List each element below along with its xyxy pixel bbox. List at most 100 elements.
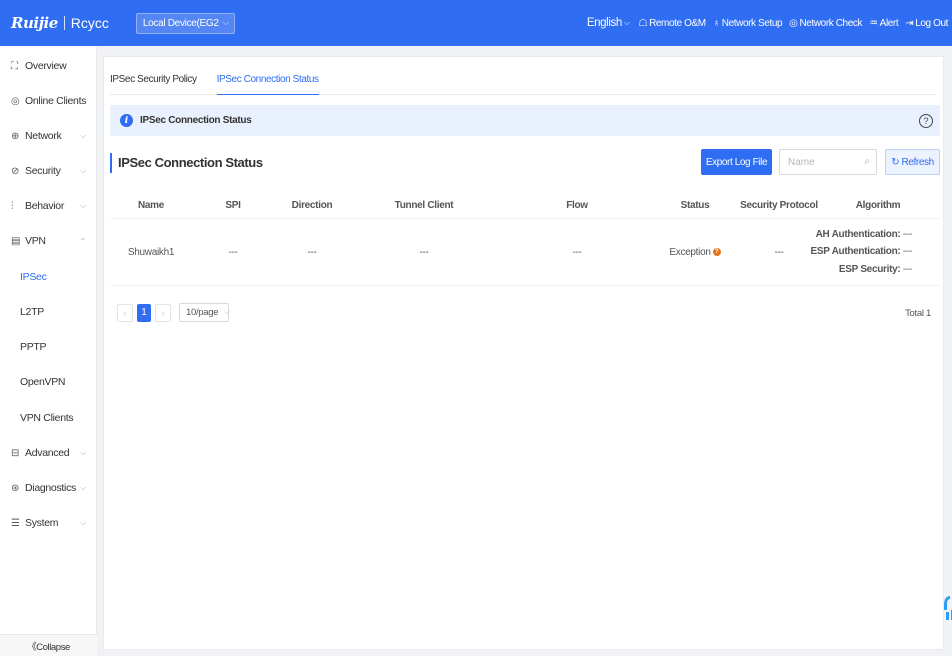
- language-label: English: [586, 17, 622, 29]
- algorithm-line: AH Authentication: ---: [800, 226, 913, 244]
- column-header-tunnel-client: Tunnel Client: [394, 200, 454, 211]
- logout-icon: ⇥: [905, 17, 914, 29]
- clients-icon: ◎: [11, 95, 20, 107]
- chevron-down-icon: ⌵: [80, 448, 86, 457]
- name-search-input[interactable]: [788, 156, 858, 168]
- total-count: Total 1: [905, 308, 931, 319]
- chevron-down-icon: ⌵: [222, 18, 229, 27]
- column-header-status: Status: [680, 200, 710, 211]
- column-header-direction: Direction: [291, 200, 333, 211]
- logout-label: Log Out: [915, 17, 948, 29]
- sidebar-item-openvpn[interactable]: OpenVPN: [0, 369, 97, 395]
- algorithm-value: ---: [902, 246, 912, 258]
- remote-om-label: Remote O&M: [649, 17, 706, 29]
- prev-page-button[interactable]: ‹: [117, 303, 133, 322]
- vpn-icon: ▤: [11, 235, 21, 247]
- globe-icon: ⊕: [11, 130, 20, 142]
- alert-label: Alert: [879, 17, 899, 29]
- sidebar-item-label: OpenVPN: [20, 376, 66, 388]
- question-icon[interactable]: ?: [712, 247, 721, 256]
- logout-link[interactable]: ⇥ Log Out: [905, 18, 948, 29]
- sidebar-item-pptp[interactable]: PPTP: [0, 334, 97, 360]
- section-title: IPSec Connection Status: [110, 153, 263, 173]
- algorithm-value: ---: [902, 263, 912, 275]
- table-row: Shuwaikh1 --- --- --- --- Exception? ---…: [110, 219, 940, 286]
- cell-status[interactable]: Exception?: [664, 247, 726, 258]
- sidebar-item-l2tp[interactable]: L2TP: [0, 299, 97, 325]
- sidebar-item-security[interactable]: ⊘ Security ⌵: [0, 158, 97, 184]
- sidebar-item-label: Online Clients: [25, 95, 87, 107]
- shield-icon: ⊘: [11, 165, 20, 177]
- help-icon[interactable]: ?: [919, 113, 933, 128]
- refresh-button[interactable]: ↻ Refresh: [885, 149, 940, 175]
- logo-divider: [63, 16, 65, 30]
- alert-link[interactable]: ♒ Alert: [869, 17, 899, 29]
- sidebar-item-label: System: [25, 517, 59, 529]
- sidebar-item-overview[interactable]: ⛶ Overview: [0, 53, 97, 79]
- network-setup-icon: ♁: [712, 17, 721, 29]
- device-select[interactable]: Local Device(EG2 ⌵: [135, 12, 236, 34]
- page-size-select[interactable]: 10/page ⌵: [179, 303, 230, 322]
- sidebar-item-label: IPSec: [20, 271, 47, 283]
- network-setup-link[interactable]: ♁ Network Setup: [713, 18, 783, 29]
- sidebar-item-label: Overview: [25, 60, 67, 72]
- remote-om-link[interactable]: ☖ Remote O&M: [638, 17, 707, 29]
- top-bar: Ruijie Rcycc Local Device(EG2 ⌵ English …: [0, 0, 952, 46]
- diagnostics-icon: ⊛: [11, 482, 20, 494]
- sidebar-item-label: Behavior: [25, 200, 65, 212]
- sidebar-item-advanced[interactable]: ⊟ Advanced ⌵: [0, 440, 97, 466]
- network-setup-label: Network Setup: [721, 17, 783, 29]
- page-size-label: 10/page: [186, 307, 219, 318]
- system-icon: ☰: [11, 517, 20, 529]
- algorithm-key: AH Authentication:: [815, 228, 901, 240]
- export-log-file-button[interactable]: Export Log File: [701, 149, 772, 175]
- chevron-down-icon: ⌵: [80, 201, 86, 210]
- cell-flow: ---: [572, 246, 582, 258]
- tab-ipsec-connection-status[interactable]: IPSec Connection Status: [216, 65, 319, 95]
- cloud-icon: ☖: [638, 17, 648, 29]
- sidebar-item-vpn[interactable]: ▤ VPN ⌃: [0, 228, 97, 254]
- sidebar-item-system[interactable]: ☰ System ⌵: [0, 510, 97, 536]
- algorithm-value: ---: [902, 228, 912, 240]
- status-label: Exception: [669, 246, 711, 258]
- sidebar-item-label: Security: [25, 165, 61, 177]
- assistant-icon[interactable]: [942, 590, 952, 624]
- next-page-button[interactable]: ›: [155, 303, 171, 322]
- sidebar-item-online-clients[interactable]: ◎ Online Clients: [0, 88, 97, 114]
- collapse-button[interactable]: 《Collapse: [0, 634, 97, 656]
- sidebar-item-label: Diagnostics: [25, 482, 76, 494]
- network-check-link[interactable]: ◎ Network Check: [789, 18, 862, 29]
- sidebar-item-behavior[interactable]: ⫶ Behavior ⌵: [0, 193, 97, 219]
- product-logo: Rcycc: [70, 15, 109, 31]
- sidebar-item-label: PPTP: [20, 341, 47, 353]
- sidebar-item-label: L2TP: [20, 306, 44, 318]
- brand-logo: Ruijie: [11, 14, 58, 32]
- search-box: ⌕: [779, 149, 877, 175]
- algorithm-key: ESP Authentication:: [810, 246, 901, 258]
- pagination: ‹ 1 › 10/page ⌵: [117, 303, 230, 322]
- sidebar-item-label: Advanced: [25, 447, 70, 459]
- sidebar-item-vpn-clients[interactable]: VPN Clients: [0, 405, 97, 431]
- device-select-label: Local Device(EG2: [142, 17, 219, 29]
- chevron-down-icon: ⌵: [80, 483, 86, 492]
- chevron-down-icon: ⌵: [80, 518, 86, 527]
- sidebar-item-label: Network: [25, 130, 62, 142]
- sidebar-item-network[interactable]: ⊕ Network ⌵: [0, 123, 97, 149]
- network-check-label: Network Check: [799, 17, 863, 29]
- sidebar-item-diagnostics[interactable]: ⊛ Diagnostics ⌵: [0, 475, 97, 501]
- algorithm-key: ESP Security:: [838, 263, 901, 275]
- language-select[interactable]: English ⌵: [587, 17, 632, 29]
- advanced-icon: ⊟: [11, 447, 20, 459]
- search-icon[interactable]: ⌕: [864, 156, 870, 167]
- info-bar-title: IPSec Connection Status: [140, 115, 252, 126]
- alert-icon: ♒: [869, 17, 878, 29]
- sidebar-item-ipsec[interactable]: IPSec: [0, 264, 97, 290]
- network-check-icon: ◎: [789, 17, 798, 29]
- section-header: IPSec Connection Status Export Log File …: [110, 149, 940, 177]
- info-bar: i IPSec Connection Status ?: [110, 105, 940, 136]
- tab-ipsec-security-policy[interactable]: IPSec Security Policy: [110, 65, 197, 95]
- top-nav: English ⌵ ☖ Remote O&M ♁ Network Setup ◎…: [580, 17, 948, 29]
- tab-bar: IPSec Security Policy IPSec Connection S…: [110, 65, 937, 95]
- page-number[interactable]: 1: [137, 303, 151, 322]
- cell-spi: ---: [228, 246, 238, 258]
